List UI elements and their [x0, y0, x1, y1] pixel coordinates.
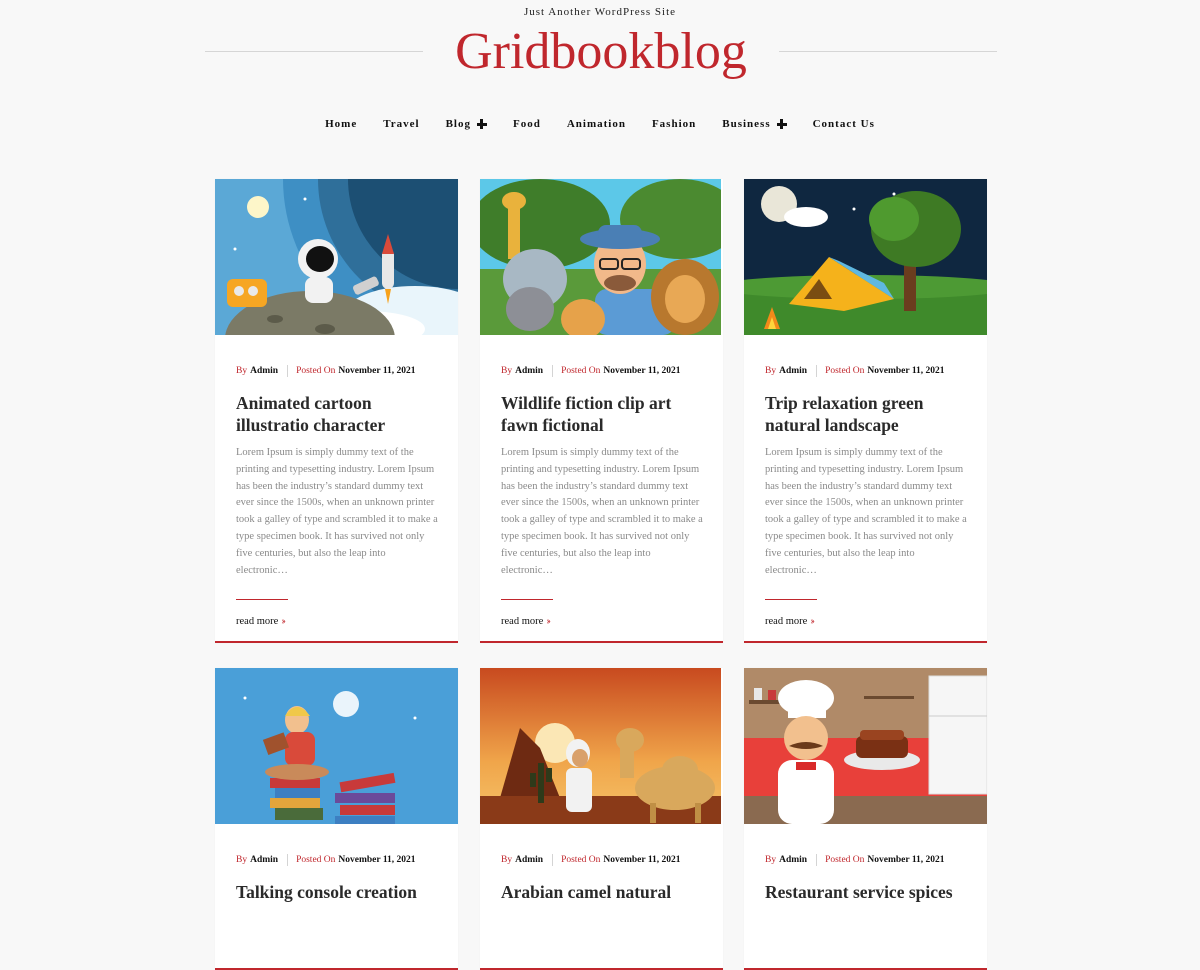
meta-divider — [552, 854, 554, 866]
post-card: By Admin Posted On November 11, 2021 Anima… — [215, 179, 458, 644]
read-more-link[interactable]: read more ›› — [765, 616, 967, 627]
posted-label: Posted On — [825, 366, 865, 376]
meta-divider — [816, 365, 818, 377]
double-chevron-right-icon: ›› — [281, 616, 285, 628]
post-thumbnail[interactable] — [480, 668, 723, 824]
logo-row: Gridbookblog — [205, 22, 997, 82]
logo-divider-right — [779, 51, 997, 52]
plus-icon[interactable] — [476, 119, 487, 129]
nav-label: Animation — [566, 118, 626, 130]
post-meta: By Admin Posted On November 11, 2021 — [501, 854, 703, 866]
meta-divider — [287, 854, 289, 866]
post-author[interactable]: Admin — [779, 366, 807, 376]
main-nav: Home Travel Blog Food Animation Fashion … — [0, 118, 1200, 130]
by-label: By — [765, 855, 777, 865]
post-card: By Admin Posted On November 11, 2021 Resta… — [744, 668, 987, 970]
post-thumbnail[interactable] — [744, 668, 987, 824]
by-label: By — [236, 366, 248, 376]
read-more-label: read more — [765, 616, 808, 628]
posted-label: Posted On — [296, 855, 336, 865]
post-meta: By Admin Posted On November 11, 2021 — [765, 854, 967, 866]
by-label: By — [236, 855, 248, 865]
wildlife-illustration — [480, 179, 723, 335]
nav-item-animation[interactable]: Animation — [554, 118, 639, 130]
meta-divider — [552, 365, 554, 377]
post-thumbnail[interactable] — [480, 179, 723, 335]
post-meta: By Admin Posted On November 11, 2021 — [501, 365, 703, 377]
double-chevron-right-icon: ›› — [546, 616, 550, 628]
post-meta: By Admin Posted On November 11, 2021 — [236, 854, 438, 866]
post-card: By Admin Posted On November 11, 2021 Arabi… — [480, 668, 723, 970]
nav-label: Home — [325, 118, 358, 130]
posted-label: Posted On — [296, 366, 336, 376]
post-date[interactable]: November 11, 2021 — [338, 366, 415, 376]
nav-item-business[interactable]: Business — [709, 118, 799, 130]
post-meta: By Admin Posted On November 11, 2021 — [236, 365, 438, 377]
post-date[interactable]: November 11, 2021 — [867, 366, 944, 376]
nav-label: Contact Us — [812, 118, 875, 130]
post-thumbnail[interactable] — [744, 179, 987, 335]
post-card: By Admin Posted On November 11, 2021 Talki… — [215, 668, 458, 970]
by-label: By — [501, 366, 513, 376]
posted-label: Posted On — [561, 366, 601, 376]
desert-camel-illustration — [480, 668, 721, 824]
nav-item-fashion[interactable]: Fashion — [639, 118, 709, 130]
site-tagline: Just Another WordPress Site — [523, 6, 677, 18]
post-author[interactable]: Admin — [779, 855, 807, 865]
nav-item-food[interactable]: Food — [500, 118, 554, 130]
astronaut-illustration — [215, 179, 458, 335]
nav-label: Fashion — [651, 118, 697, 130]
post-author[interactable]: Admin — [250, 366, 278, 376]
camping-illustration — [744, 179, 987, 335]
post-title[interactable]: Animated cartoon illustratio character — [236, 392, 438, 436]
post-excerpt: Lorem Ipsum is simply dummy text of the … — [236, 447, 438, 576]
post-meta: By Admin Posted On November 11, 2021 — [765, 365, 967, 377]
post-author[interactable]: Admin — [515, 855, 543, 865]
post-thumbnail[interactable] — [215, 179, 458, 335]
post-thumbnail[interactable] — [215, 668, 458, 824]
post-author[interactable]: Admin — [515, 366, 543, 376]
nav-label: Blog — [445, 118, 471, 130]
post-card: By Admin Posted On November 11, 2021 Wildl… — [480, 179, 723, 644]
reading-illustration — [215, 668, 458, 824]
post-date[interactable]: November 11, 2021 — [603, 366, 680, 376]
read-more-link[interactable]: read more ›› — [236, 616, 438, 627]
post-excerpt: Lorem Ipsum is simply dummy text of the … — [765, 447, 967, 576]
read-more-rule — [501, 599, 553, 601]
read-more-link[interactable]: read more ›› — [501, 616, 703, 627]
nav-item-blog[interactable]: Blog — [433, 118, 500, 130]
meta-divider — [287, 365, 289, 377]
plus-icon[interactable] — [776, 119, 787, 129]
post-card: By Admin Posted On November 11, 2021 Trip … — [744, 179, 987, 644]
post-title[interactable]: Trip relaxation green natural landscape — [765, 392, 967, 436]
nav-label: Business — [722, 118, 771, 130]
meta-divider — [816, 854, 818, 866]
read-more-rule — [765, 599, 817, 601]
read-more-label: read more — [236, 616, 279, 628]
nav-item-home[interactable]: Home — [312, 118, 370, 130]
double-chevron-right-icon: ›› — [810, 616, 814, 628]
nav-item-travel[interactable]: Travel — [370, 118, 432, 130]
read-more-rule — [236, 599, 288, 601]
nav-label: Food — [512, 118, 541, 130]
posted-label: Posted On — [825, 855, 865, 865]
post-author[interactable]: Admin — [250, 855, 278, 865]
read-more-label: read more — [501, 616, 544, 628]
post-date[interactable]: November 11, 2021 — [338, 855, 415, 865]
chef-illustration — [744, 668, 987, 824]
by-label: By — [765, 366, 777, 376]
nav-item-contact-us[interactable]: Contact Us — [800, 118, 888, 130]
post-title[interactable]: Wildlife fiction clip art fawn fictional — [501, 392, 703, 436]
by-label: By — [501, 855, 513, 865]
post-date[interactable]: November 11, 2021 — [867, 855, 944, 865]
post-date[interactable]: November 11, 2021 — [603, 855, 680, 865]
site-logo[interactable]: Gridbookblog — [205, 22, 997, 82]
posted-label: Posted On — [561, 855, 601, 865]
nav-label: Travel — [383, 118, 420, 130]
post-excerpt: Lorem Ipsum is simply dummy text of the … — [501, 447, 703, 576]
